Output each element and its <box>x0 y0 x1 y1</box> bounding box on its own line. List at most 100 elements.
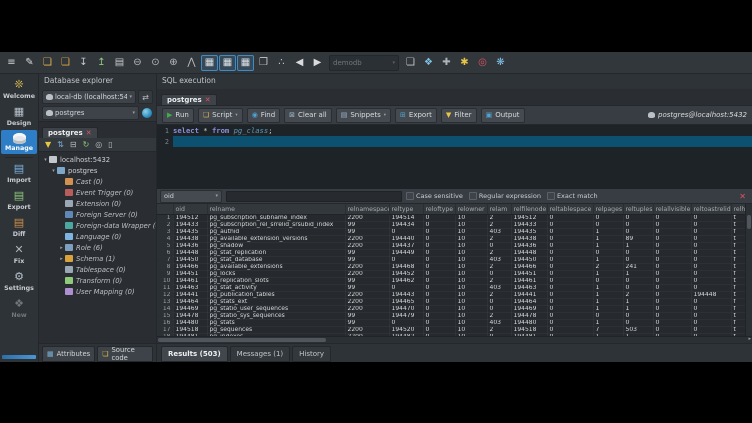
tab-source-code[interactable]: ❏Source code <box>97 346 153 362</box>
close-filter-icon[interactable]: ✕ <box>739 192 749 201</box>
table-cell[interactable]: 10 <box>455 215 487 222</box>
table-cell[interactable]: 0 <box>423 299 455 306</box>
table-cell[interactable]: 194441 <box>173 292 207 299</box>
table-cell[interactable]: 194450 <box>173 257 207 264</box>
table-cell[interactable]: 403 <box>487 257 511 264</box>
table-cell[interactable]: pg_available_extension_versions <box>207 236 345 243</box>
table-cell[interactable]: 0 <box>423 250 455 257</box>
table-cell[interactable]: 0 <box>691 271 731 278</box>
table-cell[interactable]: 0 <box>623 215 653 222</box>
table-cell[interactable]: 0 <box>653 215 691 222</box>
sidebar-item-settings[interactable]: ⚙Settings <box>1 268 37 294</box>
table-cell[interactable]: 10 <box>455 229 487 236</box>
sidebar-item-export[interactable]: ▤Export <box>1 187 37 213</box>
table-cell[interactable]: 0 <box>547 236 593 243</box>
table-cell[interactable]: 0 <box>691 285 731 292</box>
table-cell[interactable]: pg_stat_replication <box>207 250 345 257</box>
table-cell[interactable]: 0 <box>691 229 731 236</box>
sidebar-item-design[interactable]: ▦Design <box>1 103 37 129</box>
table-cell[interactable]: 0 <box>389 229 423 236</box>
table-cell[interactable]: 0 <box>547 292 593 299</box>
table-cell[interactable]: 0 <box>691 313 731 320</box>
table-cell[interactable]: 0 <box>691 250 731 257</box>
table-cell[interactable]: 1 <box>593 243 623 250</box>
table-cell[interactable]: 0 <box>593 215 623 222</box>
filter-button[interactable]: ▼Filter <box>441 108 477 123</box>
sql-file-icon[interactable]: ❏ <box>402 55 419 71</box>
connection-tools-icon[interactable]: ⇄ <box>138 90 153 104</box>
table-cell[interactable]: 194463 <box>511 285 547 292</box>
table-cell[interactable]: 0 <box>593 222 623 229</box>
table-cell[interactable]: 194469 <box>511 306 547 313</box>
trash-icon[interactable]: ▯ <box>108 141 112 149</box>
table-cell[interactable]: 2 <box>487 236 511 243</box>
table-cell[interactable]: 2 <box>487 313 511 320</box>
donate-icon[interactable]: ✱ <box>456 55 473 71</box>
table-cell[interactable]: pg_replication_slots <box>207 278 345 285</box>
tree-item[interactable]: Foreign Server (0) <box>39 209 156 220</box>
rollback-icon[interactable]: ⊙ <box>147 55 164 71</box>
table-cell[interactable]: 10 <box>455 327 487 334</box>
table-cell[interactable]: 99 <box>345 229 389 236</box>
commit-icon[interactable]: ⊖ <box>129 55 146 71</box>
table-cell[interactable]: 0 <box>653 229 691 236</box>
table-cell[interactable]: 0 <box>653 292 691 299</box>
table-cell[interactable]: 0 <box>653 257 691 264</box>
table-cell[interactable]: 10 <box>455 292 487 299</box>
table-cell[interactable]: pg_stats <box>207 320 345 327</box>
table-cell[interactable]: pg_stats_ext <box>207 299 345 306</box>
table-cell[interactable]: 10 <box>455 243 487 250</box>
table-cell[interactable]: 0 <box>487 299 511 306</box>
table-cell[interactable]: 194479 <box>389 313 423 320</box>
table-cell[interactable]: 194466 <box>511 264 547 271</box>
table-cell[interactable]: 99 <box>345 285 389 292</box>
horizontal-scrollbar[interactable]: ▸ <box>157 336 752 343</box>
table-cell[interactable]: 7 <box>593 327 623 334</box>
table-cell[interactable]: 241 <box>623 264 653 271</box>
table-cell[interactable]: 194437 <box>389 243 423 250</box>
sql-tab-postgres[interactable]: postgres ✕ <box>161 94 217 105</box>
table-row[interactable]: 10194461pg_replication_slots991944620102… <box>157 278 752 285</box>
table-cell[interactable]: 10 <box>455 222 487 229</box>
table-cell[interactable]: pg_publication_tables <box>207 292 345 299</box>
table-cell[interactable]: 10 <box>455 299 487 306</box>
table-cell[interactable]: 194450 <box>511 257 547 264</box>
table-cell[interactable]: 0 <box>623 222 653 229</box>
editor-line[interactable]: 1select * from pg_class; <box>157 125 752 136</box>
table-row[interactable]: 9194451pg_locks2200194452010019445101100… <box>157 271 752 278</box>
database-select[interactable]: demodb▾ <box>329 55 399 71</box>
table-cell[interactable]: pg_statio_sys_sequences <box>207 313 345 320</box>
tree-item[interactable]: ▾postgres <box>39 165 156 176</box>
table-row[interactable]: 2194433pg_subscription_rel_srrelid_srsub… <box>157 222 752 229</box>
table-row[interactable]: 7194450pg_stat_database99001040319445001… <box>157 257 752 264</box>
filter-search-input[interactable] <box>226 191 402 202</box>
tree-expander-icon[interactable]: ▾ <box>42 157 49 163</box>
table-row[interactable]: 14194469pg_statio_user_sequences22001944… <box>157 306 752 313</box>
table-cell[interactable]: 2 <box>593 264 623 271</box>
column-header[interactable]: reltablespace <box>547 204 593 215</box>
table-cell[interactable]: 194512 <box>511 215 547 222</box>
table-cell[interactable]: pg_statio_user_sequences <box>207 306 345 313</box>
sql-editor[interactable]: 1select * from pg_class;2 <box>157 125 752 189</box>
table-cell[interactable]: 0 <box>653 313 691 320</box>
close-icon[interactable]: ✕ <box>86 130 92 137</box>
table-cell[interactable]: 194480 <box>173 320 207 327</box>
regular-expression-checkbox[interactable]: Regular expression <box>469 192 541 200</box>
table-cell[interactable]: 194512 <box>173 215 207 222</box>
table-row[interactable]: 3194435pg_authid99001040319443501000f <box>157 229 752 236</box>
table-cell[interactable]: 0 <box>653 243 691 250</box>
column-header[interactable]: reltoastrelid <box>691 204 731 215</box>
table-cell[interactable]: 0 <box>423 327 455 334</box>
table-cell[interactable]: pg_locks <box>207 271 345 278</box>
table-cell[interactable]: 1 <box>593 285 623 292</box>
table-cell[interactable]: 403 <box>487 320 511 327</box>
run-button[interactable]: ▶Run <box>162 108 194 123</box>
table-cell[interactable]: 1 <box>593 257 623 264</box>
tab-messages-1-[interactable]: Messages (1) <box>230 346 290 362</box>
export-button[interactable]: ⊞Export <box>395 108 437 123</box>
table-cell[interactable]: 0 <box>423 222 455 229</box>
checkbox-icon[interactable] <box>547 192 555 200</box>
search-icon[interactable]: ◎ <box>95 141 102 149</box>
table-row[interactable]: 16194480pg_stats99001040319448001000f <box>157 320 752 327</box>
table-cell[interactable]: pg_stat_activity <box>207 285 345 292</box>
